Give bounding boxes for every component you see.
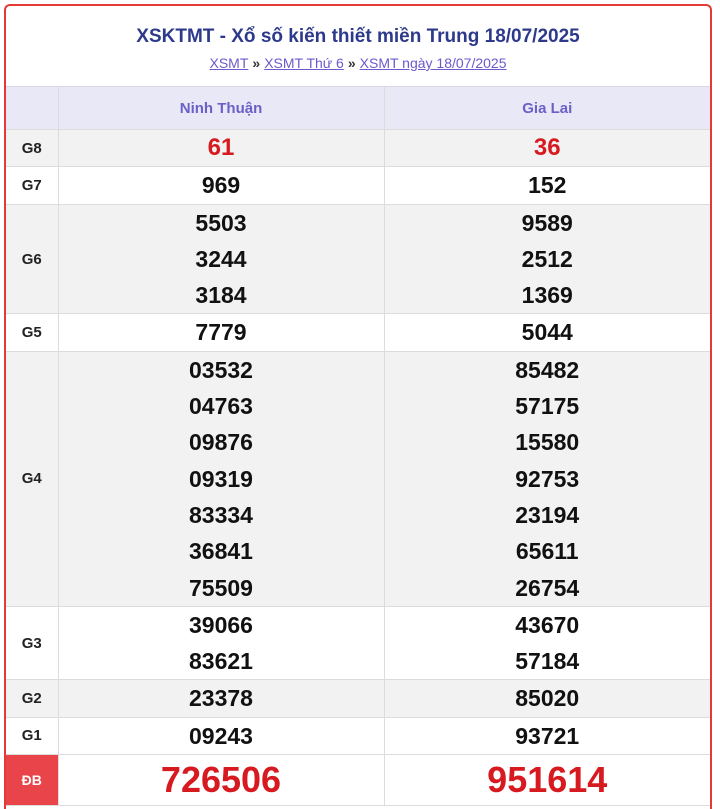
result-number: 969 — [201, 172, 241, 199]
special-prize-label: ĐB — [6, 754, 59, 807]
result-cell-gia-lai: 85482 57175 15580 92753 23194 65611 2675… — [383, 350, 710, 607]
results-header: XSKTMT - Xổ số kiến thiết miền Trung 18/… — [6, 6, 710, 87]
result-number: 09319 — [189, 465, 253, 492]
province-header-ninh-thuan[interactable]: Ninh Thuận — [57, 87, 385, 130]
result-cell-ninh-thuan: 969 — [57, 166, 385, 205]
prize-row-g8: G8 61 36 — [6, 128, 710, 168]
result-number: 23194 — [515, 501, 580, 528]
result-number: 85020 — [515, 685, 580, 712]
result-cell-gia-lai: 93721 — [383, 716, 710, 756]
result-cell-ninh-thuan: 61 — [57, 128, 385, 168]
result-cell-ninh-thuan: 726506 — [57, 754, 385, 807]
prize-row-g2: G2 23378 85020 — [6, 679, 710, 718]
result-number: 23378 — [189, 685, 253, 712]
result-number: 85482 — [515, 356, 580, 383]
result-cell-gia-lai: 43670 57184 — [383, 605, 710, 681]
prize-label: G5 — [6, 313, 59, 352]
breadcrumb-separator: » — [252, 55, 261, 71]
result-number: 57184 — [515, 648, 580, 675]
result-number: 5044 — [521, 319, 573, 346]
prize-row-g3: G3 39066 83621 43670 57184 — [6, 605, 710, 681]
result-cell-gia-lai: 5044 — [383, 313, 710, 352]
prize-row-g5: G5 7779 5044 — [6, 313, 710, 352]
result-number: 83334 — [189, 501, 253, 528]
result-number: 39066 — [189, 611, 253, 638]
prize-label: G6 — [6, 203, 59, 315]
prize-row-g6: G6 5503 3244 3184 9589 2512 1369 — [6, 203, 710, 315]
result-cell-gia-lai: 85020 — [383, 679, 710, 718]
prize-row-g7: G7 969 152 — [6, 166, 710, 205]
special-prize-number: 726506 — [160, 759, 282, 801]
result-number: 57175 — [515, 393, 580, 420]
results-table: Ninh Thuận Gia Lai G8 61 36 G7 969 152 G… — [6, 87, 710, 807]
result-number: 15580 — [515, 429, 580, 456]
prize-row-g1: G1 09243 93721 — [6, 716, 710, 756]
prize-label: G1 — [6, 716, 59, 756]
result-number: 03532 — [189, 356, 253, 383]
result-cell-gia-lai: 9589 2512 1369 — [383, 203, 710, 315]
result-number: 61 — [207, 134, 235, 161]
province-header-gia-lai[interactable]: Gia Lai — [383, 87, 710, 130]
result-number: 3244 — [195, 245, 247, 272]
result-cell-ninh-thuan: 7779 — [57, 313, 385, 352]
result-cell-ninh-thuan: 23378 — [57, 679, 385, 718]
prize-label: G4 — [6, 350, 59, 607]
result-cell-ninh-thuan: 09243 — [57, 716, 385, 756]
result-number: 3184 — [195, 282, 247, 309]
prize-row-g4: G4 03532 04763 09876 09319 83334 36841 7… — [6, 350, 710, 607]
table-corner-cell — [6, 87, 59, 130]
result-number: 5503 — [195, 209, 247, 236]
breadcrumb-link-xsmt-date[interactable]: XSMT ngày 18/07/2025 — [360, 55, 507, 71]
result-number: 75509 — [189, 574, 253, 601]
prize-row-special: ĐB 726506 951614 — [6, 754, 710, 807]
result-cell-gia-lai: 951614 — [383, 754, 710, 807]
result-number: 93721 — [515, 722, 580, 749]
result-number: 43670 — [515, 611, 580, 638]
result-cell-gia-lai: 36 — [383, 128, 710, 168]
result-number: 92753 — [515, 465, 580, 492]
result-cell-gia-lai: 152 — [383, 166, 710, 205]
result-number: 1369 — [521, 282, 573, 309]
prize-label: G3 — [6, 605, 59, 681]
page-title: XSKTMT - Xổ số kiến thiết miền Trung 18/… — [136, 26, 580, 47]
result-number: 26754 — [515, 574, 580, 601]
result-number: 7779 — [195, 319, 247, 346]
result-number: 04763 — [189, 393, 253, 420]
result-number: 2512 — [521, 245, 573, 272]
result-number: 09876 — [189, 429, 253, 456]
result-number: 09243 — [189, 722, 253, 749]
breadcrumb-link-xsmt-thu-6[interactable]: XSMT Thứ 6 — [264, 55, 344, 71]
result-number: 9589 — [521, 209, 573, 236]
breadcrumb-separator: » — [347, 55, 356, 71]
prize-label: G8 — [6, 128, 59, 168]
result-number: 36 — [533, 134, 561, 161]
prize-label: G2 — [6, 679, 59, 718]
result-number: 152 — [528, 172, 567, 199]
result-cell-ninh-thuan: 03532 04763 09876 09319 83334 36841 7550… — [57, 350, 385, 607]
prize-label: G7 — [6, 166, 59, 205]
result-cell-ninh-thuan: 39066 83621 — [57, 605, 385, 681]
result-number: 36841 — [189, 538, 253, 565]
results-panel: XSKTMT - Xổ số kiến thiết miền Trung 18/… — [4, 4, 712, 809]
result-number: 83621 — [189, 648, 253, 675]
breadcrumb: XSMT» XSMT Thứ 6» XSMT ngày 18/07/2025 — [6, 54, 710, 72]
special-prize-number: 951614 — [487, 759, 608, 801]
result-cell-ninh-thuan: 5503 3244 3184 — [57, 203, 385, 315]
result-number: 65611 — [515, 538, 579, 565]
table-header-row: Ninh Thuận Gia Lai — [6, 87, 710, 130]
breadcrumb-link-xsmt[interactable]: XSMT — [210, 55, 249, 71]
